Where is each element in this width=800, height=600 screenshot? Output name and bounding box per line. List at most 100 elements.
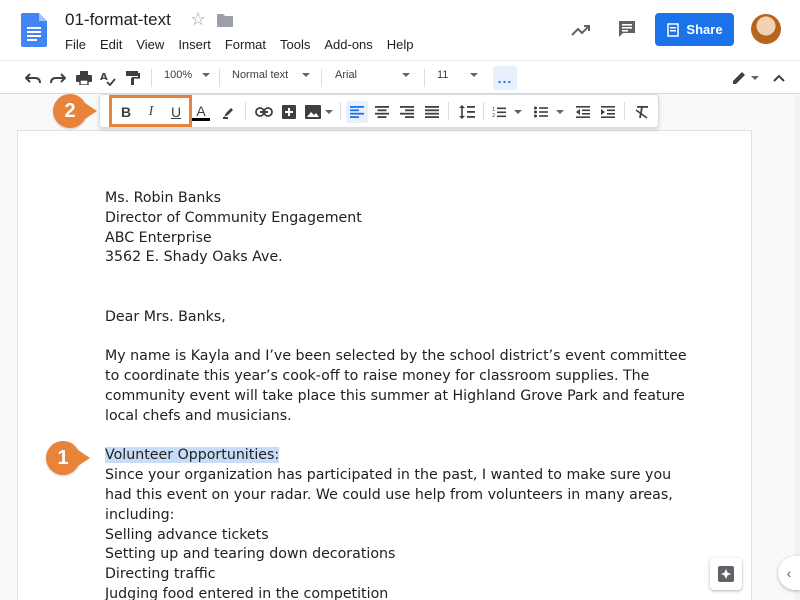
toolbar-divider bbox=[340, 102, 341, 120]
numbered-list-icon[interactable]: 12 bbox=[490, 101, 524, 123]
callout-badge-2: 2 bbox=[53, 94, 87, 128]
explore-icon bbox=[718, 566, 734, 582]
menu-tools[interactable]: Tools bbox=[273, 36, 317, 53]
main-toolbar: A 100% Normal text Arial 11 ... bbox=[0, 60, 800, 94]
address-line: ABC Enterprise bbox=[105, 229, 212, 246]
selected-heading-line: Volunteer Opportunities: bbox=[105, 446, 705, 466]
list-item: Selling advance tickets bbox=[105, 526, 269, 543]
add-comment-icon[interactable] bbox=[278, 101, 300, 123]
share-label: Share bbox=[686, 22, 723, 37]
scrollbar[interactable] bbox=[795, 95, 800, 600]
print-icon[interactable] bbox=[75, 68, 93, 88]
menu-file[interactable]: File bbox=[58, 36, 93, 53]
justify-icon[interactable] bbox=[421, 101, 443, 123]
zoom-select[interactable]: 100% bbox=[164, 69, 212, 81]
chevron-left-icon: ‹ bbox=[786, 565, 792, 581]
collapse-toolbar-icon[interactable] bbox=[772, 68, 786, 88]
star-icon[interactable]: ☆ bbox=[190, 9, 206, 30]
chevron-down-icon bbox=[302, 73, 311, 77]
toolbar-divider bbox=[219, 69, 220, 87]
toolbar-divider bbox=[151, 69, 152, 87]
callout-badge-1: 1 bbox=[46, 441, 80, 475]
address-line: Ms. Robin Banks bbox=[105, 190, 222, 206]
callout-pointer bbox=[85, 103, 97, 119]
paragraph-line: Since your organization has participated… bbox=[105, 467, 672, 484]
highlight-color-icon[interactable] bbox=[218, 101, 240, 123]
spellcheck-icon[interactable]: A bbox=[99, 68, 117, 88]
comment-history-icon[interactable] bbox=[615, 17, 639, 41]
align-right-icon[interactable] bbox=[396, 101, 418, 123]
lock-icon bbox=[667, 22, 680, 37]
clear-formatting-icon[interactable] bbox=[631, 101, 653, 123]
list-item: Setting up and tearing down decorations bbox=[105, 546, 396, 563]
chevron-down-icon bbox=[202, 73, 211, 77]
insert-image-icon[interactable] bbox=[303, 101, 335, 123]
toolbar-divider bbox=[321, 69, 322, 87]
font-select[interactable]: Arial bbox=[335, 69, 415, 81]
menu-insert[interactable]: Insert bbox=[171, 36, 218, 53]
paragraph-style-value: Normal text bbox=[232, 69, 289, 81]
toolbar-divider bbox=[424, 69, 425, 87]
toolbar-divider bbox=[245, 102, 246, 120]
callout-highlight-box bbox=[109, 95, 192, 127]
avatar[interactable] bbox=[751, 14, 781, 44]
bulleted-list-icon[interactable] bbox=[532, 101, 566, 123]
menu-view[interactable]: View bbox=[129, 36, 171, 53]
toolbar-divider bbox=[483, 102, 484, 120]
paragraph-line: My name is Kayla and I’ve been selected … bbox=[105, 348, 687, 365]
paragraph-style-select[interactable]: Normal text bbox=[232, 69, 312, 81]
menu-format[interactable]: Format bbox=[218, 36, 273, 53]
toolbar-divider bbox=[448, 102, 449, 120]
menu-addons[interactable]: Add-ons bbox=[317, 36, 379, 53]
align-center-icon[interactable] bbox=[371, 101, 393, 123]
paragraph-line: had this event on your radar. We could u… bbox=[105, 486, 673, 503]
chevron-down-icon bbox=[470, 73, 479, 77]
callout-pointer bbox=[78, 450, 90, 466]
document-title[interactable]: 01-format-text bbox=[65, 10, 171, 30]
document-body[interactable]: Ms. Robin Banks Director of Community En… bbox=[105, 189, 705, 600]
undo-icon[interactable] bbox=[24, 68, 42, 88]
font-size-select[interactable]: 11 bbox=[437, 69, 485, 81]
line-spacing-icon[interactable] bbox=[456, 101, 478, 123]
text-color-button[interactable]: A bbox=[190, 101, 212, 123]
activity-dashboard-icon[interactable] bbox=[569, 18, 593, 42]
more-toolbar-button[interactable]: ... bbox=[493, 66, 517, 90]
decrease-indent-icon[interactable] bbox=[572, 101, 594, 123]
selected-text[interactable]: Volunteer Opportunities: bbox=[105, 447, 280, 464]
share-button[interactable]: Share bbox=[655, 13, 734, 46]
align-left-icon[interactable] bbox=[346, 101, 368, 123]
text-color-swatch bbox=[192, 117, 210, 121]
increase-indent-icon[interactable] bbox=[597, 101, 619, 123]
menu-help[interactable]: Help bbox=[380, 36, 421, 53]
folder-icon[interactable] bbox=[217, 13, 233, 27]
paragraph-line: including: bbox=[105, 506, 175, 523]
docs-logo-icon[interactable] bbox=[21, 13, 47, 47]
insert-link-icon[interactable] bbox=[253, 101, 275, 123]
menu-bar: File Edit View Insert Format Tools Add-o… bbox=[58, 36, 421, 53]
list-item: Directing traffic bbox=[105, 566, 216, 583]
font-value: Arial bbox=[335, 69, 358, 81]
explore-button[interactable] bbox=[710, 558, 742, 590]
svg-text:2: 2 bbox=[492, 113, 495, 118]
menu-edit[interactable]: Edit bbox=[93, 36, 129, 53]
editing-mode-icon[interactable] bbox=[730, 68, 760, 88]
list-item: Judging food entered in the competition bbox=[105, 585, 389, 600]
salutation: Dear Mrs. Banks, bbox=[105, 308, 226, 325]
paragraph-line: community event will take place this sum… bbox=[105, 387, 685, 404]
address-line: 3562 E. Shady Oaks Ave. bbox=[105, 249, 283, 266]
paragraph-line: to coordinate this year’s cook-off to ra… bbox=[105, 368, 650, 385]
chevron-down-icon bbox=[402, 73, 411, 77]
redo-icon[interactable] bbox=[49, 68, 67, 88]
app-header: 01-format-text ☆ File Edit View Insert F… bbox=[0, 0, 800, 60]
address-line: Director of Community Engagement bbox=[105, 209, 362, 226]
text-color-glyph: A bbox=[196, 102, 206, 119]
font-size-value: 11 bbox=[437, 69, 449, 81]
paint-format-icon[interactable] bbox=[124, 68, 142, 88]
toolbar-divider bbox=[624, 102, 625, 120]
zoom-value: 100% bbox=[164, 69, 193, 81]
paragraph-line: local chefs and musicians. bbox=[105, 407, 292, 424]
